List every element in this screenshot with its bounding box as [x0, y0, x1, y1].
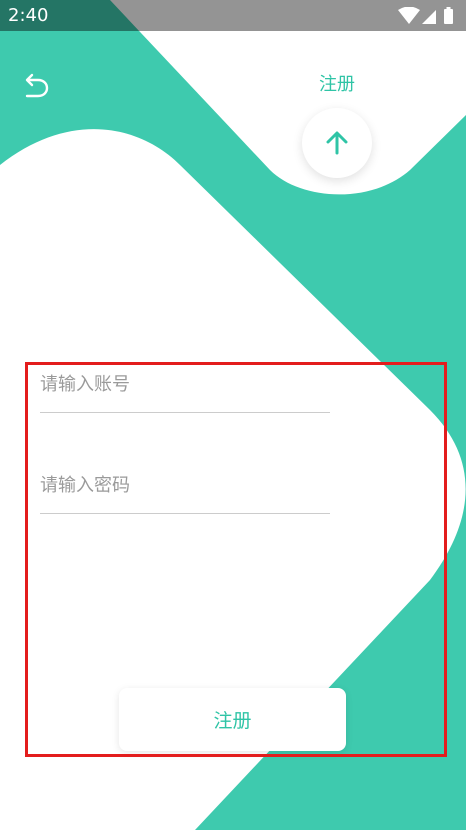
back-button[interactable]: [18, 70, 52, 104]
signal-icon: [422, 10, 436, 24]
account-field: [40, 370, 330, 413]
password-field: [40, 471, 330, 514]
password-input[interactable]: [40, 471, 330, 500]
status-time: 2:40: [8, 5, 49, 26]
battery-icon: [444, 9, 453, 24]
arrow-up-icon: [326, 131, 348, 155]
register-button[interactable]: 注册: [119, 688, 346, 751]
account-input[interactable]: [40, 370, 330, 399]
back-arrow-icon: [25, 73, 49, 98]
status-bar: 2:40: [0, 0, 466, 31]
page-title: 注册: [319, 74, 355, 95]
scroll-up-button[interactable]: [302, 108, 372, 178]
wifi-icon: [398, 6, 420, 24]
status-icons: [398, 6, 456, 29]
